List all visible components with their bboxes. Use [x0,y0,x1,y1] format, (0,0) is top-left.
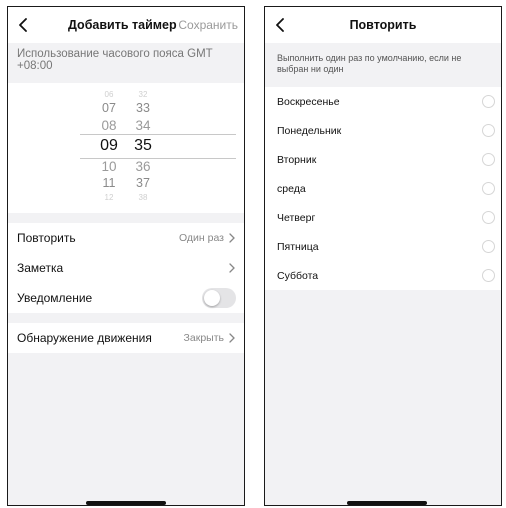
chevron-left-icon [276,18,284,32]
hour-option: 11 [102,176,116,190]
day-radio[interactable] [482,95,495,108]
picker-selection-line-top [80,134,236,135]
day-label: Вторник [277,153,317,166]
day-radio[interactable] [482,124,495,137]
repeat-hint: Выполнить один раз по умолчанию, если не… [265,43,501,87]
minute-option: 32 [138,90,148,99]
home-indicator [347,501,427,505]
day-item-tuesday[interactable]: Вторник [265,145,501,174]
selected-hour: 09 [100,137,118,154]
settings-group: Повторить Один раз Заметка Уведомление [8,223,244,313]
notification-label: Уведомление [17,291,93,305]
page-title: Добавить таймер [68,18,177,32]
motion-group: Обнаружение движения Закрыть [8,323,244,353]
notification-row: Уведомление [8,283,244,313]
selected-minute: 35 [134,137,152,154]
back-button[interactable] [269,14,291,36]
day-item-wednesday[interactable]: среда [265,174,501,203]
hour-wheel[interactable]: 06 07 08 09 10 11 12 [94,89,124,203]
chevron-right-icon [227,262,236,274]
home-indicator [86,501,166,505]
hour-option: 08 [101,118,117,133]
day-label: Суббота [277,269,319,282]
day-item-thursday[interactable]: Четверг [265,203,501,232]
nav-bar: Повторить [265,7,501,43]
toggle-knob [204,290,220,306]
nav-bar: Добавить таймер Сохранить [8,7,244,43]
chevron-left-icon [19,18,27,32]
motion-detection-label: Обнаружение движения [17,331,152,345]
day-radio[interactable] [482,211,495,224]
day-label: Воскресенье [277,95,340,108]
hour-option: 06 [104,90,114,99]
minute-option: 34 [135,118,151,133]
chevron-right-icon [227,332,236,344]
chevron-right-icon [227,232,236,244]
add-timer-screen: Добавить таймер Сохранить Использование … [7,6,245,506]
day-item-sunday[interactable]: Воскресенье [265,87,501,116]
repeat-value: Один раз [178,232,224,244]
page-title: Повторить [349,18,417,32]
minute-option: 38 [138,193,148,202]
back-button[interactable] [12,14,34,36]
repeat-screen: Повторить Выполнить один раз по умолчани… [264,6,502,506]
day-label: Четверг [277,211,316,224]
day-item-friday[interactable]: Пятница [265,232,501,261]
repeat-row[interactable]: Повторить Один раз [8,223,244,253]
minute-option: 37 [136,176,150,190]
notification-toggle[interactable] [202,288,236,308]
day-label: Пятница [277,240,319,253]
day-label: Понедельник [277,124,342,137]
time-picker[interactable]: 06 07 08 09 10 11 12 32 33 34 35 36 37 3… [8,83,244,213]
minute-option: 36 [135,159,151,174]
day-radio[interactable] [482,153,495,166]
day-radio[interactable] [482,269,495,282]
hour-option: 07 [102,101,116,115]
save-button[interactable]: Сохранить [178,18,238,32]
day-item-monday[interactable]: Понедельник [265,116,501,145]
day-radio[interactable] [482,182,495,195]
hour-option: 10 [101,159,117,174]
minute-option: 33 [136,101,150,115]
repeat-label: Повторить [17,231,76,245]
hour-option: 12 [104,193,114,202]
day-list: Воскресенье Понедельник Вторник среда Че… [265,87,501,290]
picker-selection-line-bottom [80,158,236,159]
day-label: среда [277,182,306,195]
motion-detection-value: Закрыть [183,332,224,344]
day-radio[interactable] [482,240,495,253]
motion-detection-row[interactable]: Обнаружение движения Закрыть [8,323,244,353]
note-row[interactable]: Заметка [8,253,244,283]
timezone-label: Использование часового пояса GMT +08:00 [8,43,244,77]
day-item-saturday[interactable]: Суббота [265,261,501,290]
minute-wheel[interactable]: 32 33 34 35 36 37 38 [128,89,158,203]
note-label: Заметка [17,261,64,275]
